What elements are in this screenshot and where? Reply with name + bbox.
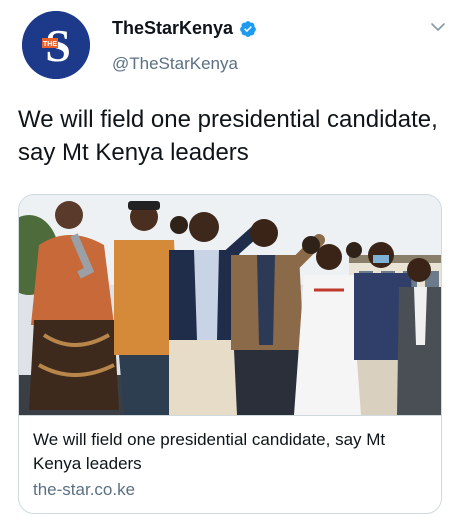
news-photo xyxy=(19,195,441,415)
card-domain[interactable]: the-star.co.ke xyxy=(33,480,135,500)
author-handle[interactable]: @TheStarKenya xyxy=(112,54,238,74)
tweet-menu-button[interactable] xyxy=(427,16,449,38)
tweet: S THE TheStarKenya @TheStarKenya We will… xyxy=(0,0,461,517)
card-image[interactable] xyxy=(19,195,441,415)
tweet-text: We will field one presidential candidate… xyxy=(18,106,438,166)
card-body[interactable]: We will field one presidential candidate… xyxy=(19,415,441,513)
display-name-text[interactable]: TheStarKenya xyxy=(112,18,233,39)
svg-text:THE: THE xyxy=(43,41,57,48)
chevron-down-icon xyxy=(431,23,445,31)
card-title[interactable]: We will field one presidential candidate… xyxy=(33,428,429,476)
the-star-logo-icon: S THE xyxy=(22,11,90,79)
avatar[interactable]: S THE xyxy=(22,11,90,79)
author-name[interactable]: TheStarKenya xyxy=(112,18,257,39)
link-card[interactable]: We will field one presidential candidate… xyxy=(18,194,442,514)
verified-badge-icon xyxy=(239,20,257,38)
